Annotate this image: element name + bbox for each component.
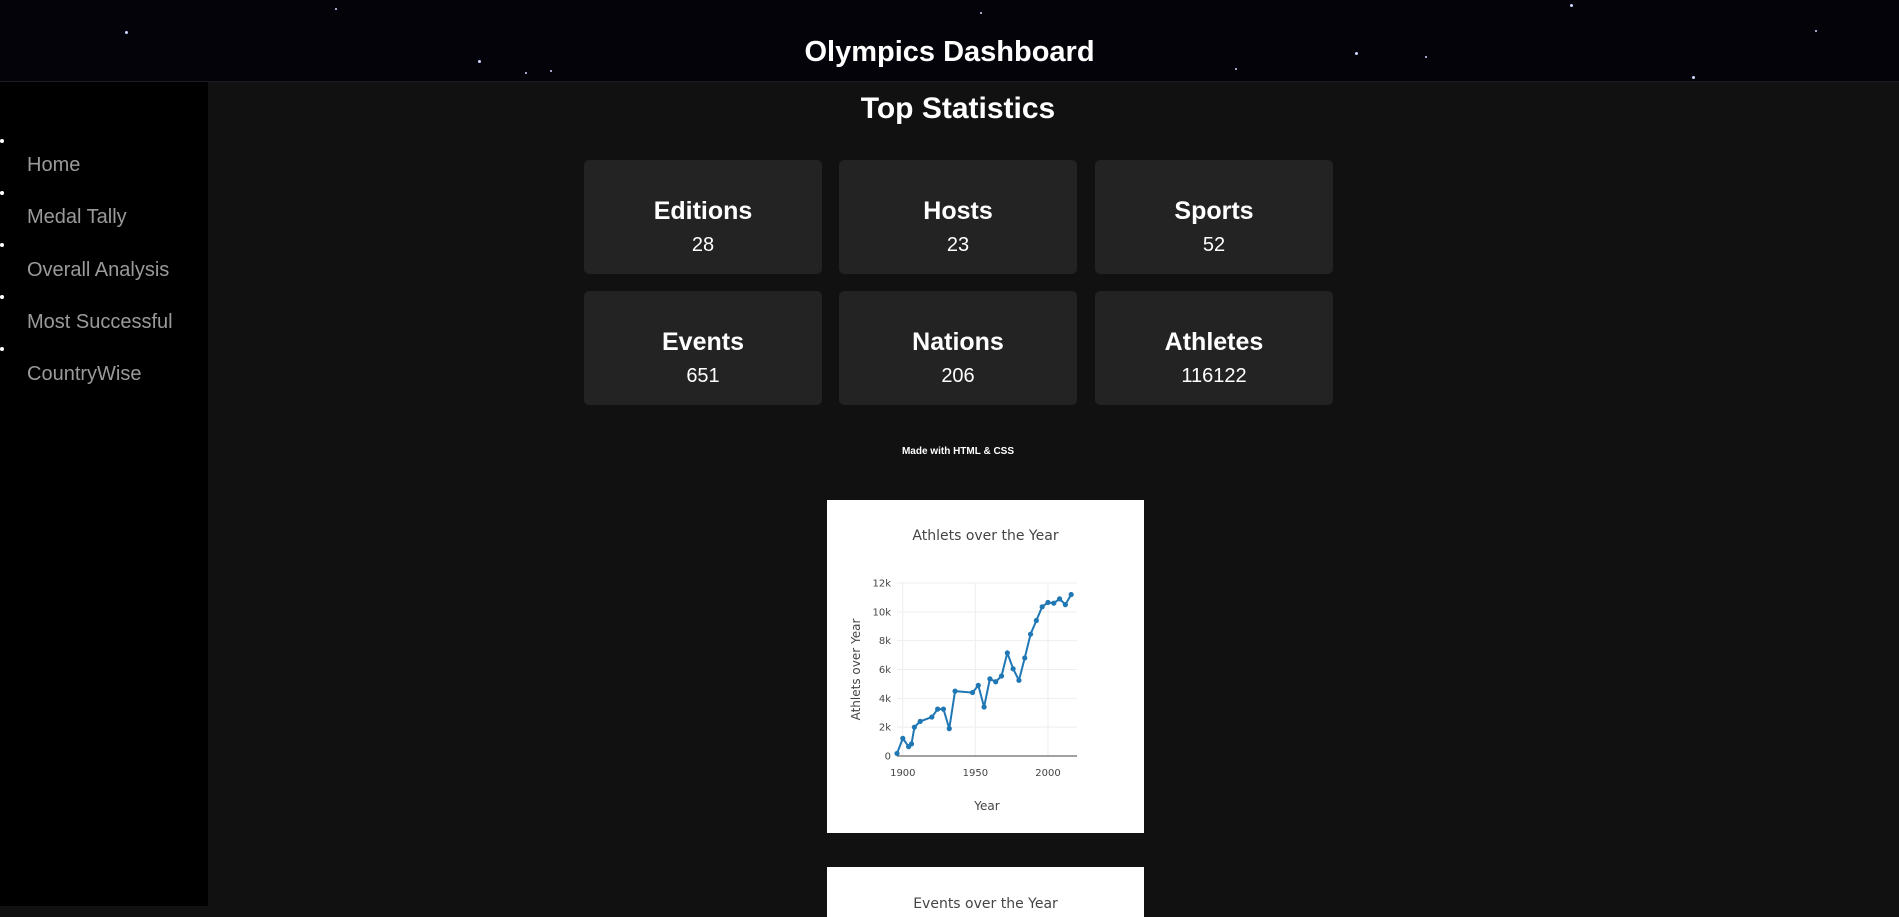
sidebar-item-home[interactable]: Home <box>27 154 80 177</box>
y-tick-label: 8k <box>879 636 891 647</box>
data-point <box>1010 666 1016 672</box>
data-point <box>917 718 923 724</box>
athletes-series-line <box>896 594 1073 754</box>
data-point <box>998 673 1005 679</box>
stat-label: Events <box>662 328 744 356</box>
x-tick-label: 1950 <box>963 768 988 779</box>
data-point <box>1062 602 1068 608</box>
stat-label: Editions <box>653 197 753 225</box>
y-tick-label: 4k <box>879 694 891 705</box>
data-point <box>940 706 947 712</box>
chart-title: Events over the Year <box>913 896 1058 912</box>
nav-bullet <box>0 347 4 351</box>
nav-bullet <box>0 243 4 247</box>
y-tick-label: 12k <box>872 579 891 590</box>
data-point <box>1016 677 1022 683</box>
stat-value: 206 <box>941 365 975 387</box>
data-point <box>929 714 935 720</box>
stat-card-sports: Sports 52 <box>1095 160 1333 274</box>
data-point <box>987 676 993 682</box>
data-point <box>1056 596 1063 602</box>
stat-value: 52 <box>1202 234 1226 256</box>
sidebar-item-overall-analysis[interactable]: Overall Analysis <box>27 259 169 282</box>
events-chart: Events over the Year <box>827 867 1144 917</box>
y-tick-label: 6k <box>879 665 891 676</box>
y-axis-label: Athlets over Year <box>849 619 863 721</box>
data-point <box>975 682 981 688</box>
stat-value: 28 <box>691 234 715 256</box>
data-point <box>1004 650 1010 656</box>
data-point <box>908 741 915 747</box>
stat-value: 116122 <box>1181 365 1247 387</box>
sidebar-item-most-successful[interactable]: Most Successful <box>27 311 173 334</box>
y-tick-label: 10k <box>872 607 891 618</box>
y-tick-label: 2k <box>879 723 891 734</box>
data-point <box>1027 631 1034 637</box>
athletes-chart: Athlets over the Year 0 2k 4k 6k 8k 10k 12k 190… <box>827 500 1144 833</box>
data-point <box>1051 600 1057 606</box>
stat-card-editions: Editions 28 <box>584 160 822 274</box>
x-tick-label: 1900 <box>890 768 915 779</box>
header-banner: Olympics Dashboard <box>0 0 1899 82</box>
stat-label: Nations <box>912 328 1004 356</box>
data-point <box>1033 617 1039 624</box>
data-point <box>1039 604 1045 610</box>
page-title: Olympics Dashboard <box>804 36 1095 68</box>
data-point <box>1068 591 1074 598</box>
section-title: Top Statistics <box>860 92 1056 125</box>
nav-bullet <box>0 191 4 195</box>
stat-card-athletes: Athletes 116122 <box>1095 291 1333 405</box>
data-point <box>1022 655 1028 661</box>
stat-value: 23 <box>946 234 970 256</box>
data-point <box>1045 599 1051 606</box>
sidebar-item-countrywise[interactable]: CountryWise <box>27 363 141 386</box>
footer-note: Made with HTML & CSS <box>901 446 1015 457</box>
sidebar-item-medal-tally[interactable]: Medal Tally <box>27 206 127 229</box>
x-tick-label: 2000 <box>1035 768 1060 779</box>
stat-label: Athletes <box>1164 328 1264 356</box>
y-tick-label: 0 <box>885 752 891 763</box>
athletes-chart-plot: 0 2k 4k 6k 8k 10k 12k 1900 1950 2000 Year Athlets o… <box>849 579 1077 813</box>
stat-value: 651 <box>686 365 720 387</box>
nav-bullet <box>0 295 4 299</box>
sidebar: Home Medal Tally Overall Analysis Most S… <box>0 82 208 906</box>
data-point <box>952 688 958 694</box>
nav-bullet <box>0 139 4 143</box>
data-point <box>935 706 941 712</box>
data-point <box>993 679 999 685</box>
stat-label: Sports <box>1174 197 1254 225</box>
stat-label: Hosts <box>923 197 993 225</box>
data-point <box>981 704 987 710</box>
data-point <box>946 726 952 732</box>
data-point <box>894 750 900 757</box>
stat-card-events: Events 651 <box>584 291 822 405</box>
stat-card-hosts: Hosts 23 <box>839 160 1077 274</box>
data-point <box>900 735 906 742</box>
stat-card-nations: Nations 206 <box>839 291 1077 405</box>
x-axis-label: Year <box>973 799 999 813</box>
data-point <box>911 724 918 730</box>
data-point <box>969 689 976 696</box>
